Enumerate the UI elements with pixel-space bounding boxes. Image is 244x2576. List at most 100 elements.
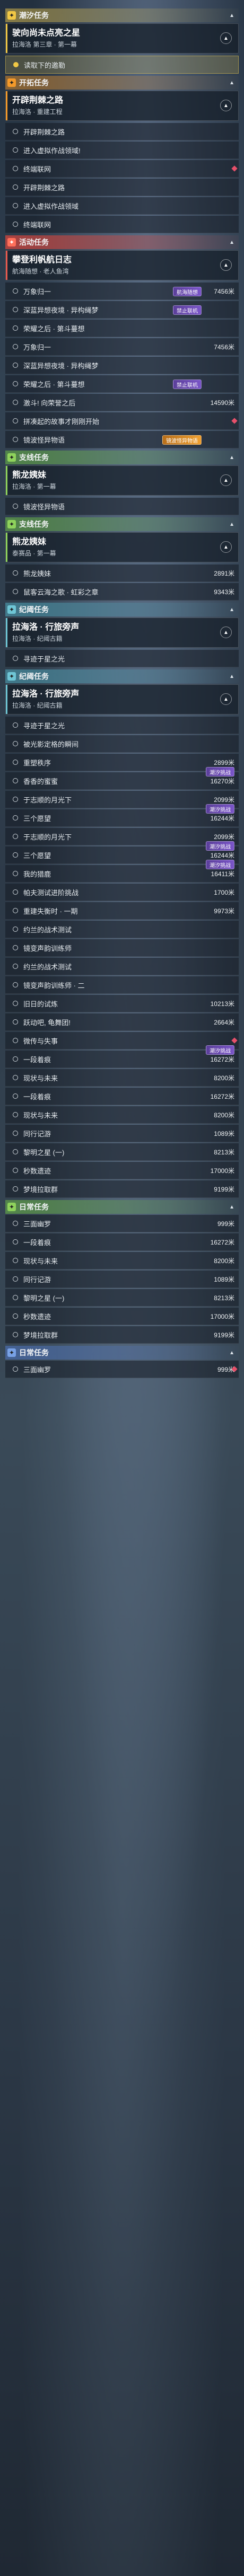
quest-objective[interactable]: 进入虚拟作战领域!: [5, 142, 239, 159]
quest-objective[interactable]: 旧日的试炼 10213米: [5, 995, 239, 1012]
quest-objective[interactable]: 三个愿望 16244米 潮汐挑战: [5, 841, 239, 864]
chevron-up-icon[interactable]: ▲: [220, 627, 232, 638]
collapse-icon[interactable]: ▲: [229, 13, 234, 19]
section-header-daily[interactable]: ✦ 日常任务 ▲: [5, 1346, 239, 1360]
objective-text: 三面幽罗: [23, 1220, 51, 1228]
quest-subtitle: 航海随想 · 老人鱼湾: [12, 268, 69, 275]
objective-dot-icon: [13, 307, 18, 312]
chevron-up-icon[interactable]: ▲: [220, 541, 232, 553]
section-header-legend[interactable]: ✦ 纪阈任务 ▲: [5, 669, 239, 683]
challenge-tag: 潮汐挑战: [206, 860, 234, 869]
quest-objective[interactable]: 一段着痕 16272米: [5, 1233, 239, 1251]
quest-objective[interactable]: 镜波怪异物语 镜波怪异物语: [5, 431, 239, 448]
quest-card[interactable]: 熊龙姨妹 拉海洛 · 第一幕 ▲: [5, 465, 239, 496]
objective-distance: 14590米: [210, 399, 234, 407]
quest-objective[interactable]: 镜波怪异物语: [5, 498, 239, 515]
quest-objective[interactable]: 被光影定格的瞬间: [5, 735, 239, 753]
quest-card[interactable]: 驶向尚未点亮之星 拉海洛 第三章 · 第一幕 ▲: [5, 23, 239, 54]
quest-objective[interactable]: 一段着痕 16272米 潮汐挑战: [5, 1045, 239, 1068]
objective-text: 开辟荆棘之路: [23, 128, 65, 136]
chevron-up-icon[interactable]: ▲: [220, 32, 232, 44]
quest-objective[interactable]: 读取下的邀勒: [5, 56, 239, 74]
quest-objective[interactable]: 跃动吧, 龟舞团! 2664米: [5, 1013, 239, 1031]
quest-objective[interactable]: 黎明之星 (一) 8213米: [5, 1143, 239, 1161]
quest-objective[interactable]: 万象归一 7456米 航海随想: [5, 283, 239, 300]
chevron-up-icon[interactable]: ▲: [220, 259, 232, 271]
quest-objective[interactable]: 黎明之星 (一) 8213米: [5, 1289, 239, 1307]
quest-objective[interactable]: 重塑秩序 2899米: [5, 754, 239, 771]
quest-objective[interactable]: 深蓝异想夜境 · 异构绳梦 禁止联机: [5, 301, 239, 319]
quest-objective[interactable]: 同行记游 1089米: [5, 1125, 239, 1142]
chevron-up-icon[interactable]: ▲: [220, 693, 232, 705]
quest-objective[interactable]: 荣耀之后 · 第斗蔓想 禁止联机: [5, 375, 239, 393]
quest-objective[interactable]: 同行记游 1089米: [5, 1271, 239, 1288]
objective-distance: 16244米: [210, 851, 234, 859]
objective-distance: 2099米: [214, 796, 234, 804]
quest-objective[interactable]: 秒数遗迹 17000米: [5, 1162, 239, 1179]
quest-objective[interactable]: 于志顺的月光下 2099米: [5, 828, 239, 845]
quest-objective[interactable]: 寻迹于星之光: [5, 650, 239, 667]
quest-objective[interactable]: 终端联网: [5, 216, 239, 233]
quest-objective[interactable]: 香香的蜜蜜 16270米 潮汐挑战: [5, 767, 239, 790]
collapse-icon[interactable]: ▲: [229, 1350, 234, 1356]
objective-dot-icon: [13, 418, 18, 424]
quest-objective[interactable]: 重建失衡时 · 一期 9973米: [5, 902, 239, 920]
quest-objective[interactable]: 激斗! 向荣誉之后 14590米: [5, 394, 239, 411]
objective-dot-icon: [13, 62, 19, 67]
quest-objective[interactable]: 万象归一 7456米: [5, 338, 239, 356]
quest-objective[interactable]: 镜变声韵训练师: [5, 939, 239, 957]
section-header-legend[interactable]: ✦ 纪阈任务 ▲: [5, 603, 239, 616]
collapse-icon[interactable]: ▲: [229, 522, 234, 527]
objective-dot-icon: [13, 656, 18, 661]
section-header-side[interactable]: ✦ 支线任务 ▲: [5, 517, 239, 531]
quest-objective[interactable]: 终端联网: [5, 160, 239, 178]
quest-card[interactable]: 攀登利帆航日志 航海随想 · 老人鱼湾 ▲: [5, 250, 239, 280]
collapse-icon[interactable]: ▲: [229, 80, 234, 86]
section-header-side[interactable]: ✦ 日常任务 ▲: [5, 1200, 239, 1214]
chevron-up-icon[interactable]: ▲: [220, 474, 232, 486]
objective-dot-icon: [13, 945, 18, 950]
collapse-icon[interactable]: ▲: [229, 607, 234, 613]
collapse-icon[interactable]: ▲: [229, 455, 234, 461]
quest-objective[interactable]: 现状与未来 8200米: [5, 1252, 239, 1269]
collapse-icon[interactable]: ▲: [229, 240, 234, 245]
quest-objective[interactable]: 秒数遗迹 17000米: [5, 1308, 239, 1325]
quest-objective[interactable]: 寻迹于星之光: [5, 717, 239, 734]
quest-objective[interactable]: 一段着痕 16272米: [5, 1088, 239, 1105]
quest-objective[interactable]: 现状与未来 8200米: [5, 1106, 239, 1124]
quest-card[interactable]: 开辟荆棘之路 拉海洛 · 重建工程 ▲: [5, 91, 239, 121]
quest-objective[interactable]: 现状与未来 8200米: [5, 1069, 239, 1087]
quest-objective[interactable]: 帕夫测试进阶挑战 1700米: [5, 884, 239, 901]
objective-text: 寻迹于星之光: [23, 655, 65, 663]
chevron-up-icon[interactable]: ▲: [220, 100, 232, 111]
quest-objective[interactable]: 三个愿望 16244米 潮汐挑战: [5, 804, 239, 827]
quest-card[interactable]: 拉海洛 · 行旅旁声 拉海洛 · 纪阈古籍 ▲: [5, 617, 239, 648]
quest-objective[interactable]: 熊龙姨妹 2891米: [5, 564, 239, 582]
collapse-icon[interactable]: ▲: [229, 1204, 234, 1210]
quest-objective[interactable]: 梦境拉取群 9199米: [5, 1180, 239, 1198]
quest-objective[interactable]: 梦境拉取群 9199米: [5, 1326, 239, 1344]
quest-objective[interactable]: 拼凑起的故事才刚刚开始: [5, 412, 239, 430]
quest-objective[interactable]: 三面幽罗 999米: [5, 1361, 239, 1378]
section-header-open[interactable]: ✦ 开拓任务 ▲: [5, 76, 239, 90]
quest-card[interactable]: 熊龙姨妹 泰赛品 · 第一幕 ▲: [5, 532, 239, 562]
quest-card[interactable]: 拉海洛 · 行旅旁声 拉海洛 · 纪阈古籍 ▲: [5, 684, 239, 714]
quest-objective[interactable]: 鼠客云海之歌 · 虹彩之章 9343米: [5, 583, 239, 601]
section-header-main[interactable]: ✦ 潮汐任务 ▲: [5, 8, 239, 22]
quest-objective[interactable]: 荣耀之后 · 第斗蔓想: [5, 320, 239, 337]
quest-objective[interactable]: 开辟荆棘之路: [5, 123, 239, 140]
section-header-side[interactable]: ✦ 支线任务 ▲: [5, 451, 239, 464]
quest-objective[interactable]: 进入虚拟作战领域: [5, 197, 239, 215]
quest-objective[interactable]: 镜变声韵训练师 · 二: [5, 976, 239, 994]
objective-distance: 8213米: [214, 1294, 234, 1302]
section-header-act[interactable]: ✦ 活动任务 ▲: [5, 235, 239, 249]
quest-objective[interactable]: 深蓝异想夜境 · 异构绳梦: [5, 357, 239, 374]
quest-objective[interactable]: 于志顺的月光下 2099米: [5, 791, 239, 808]
quest-objective[interactable]: 约兰的战术测试: [5, 921, 239, 938]
quest-objective[interactable]: 我的猎鹿 16411米 潮汐挑战: [5, 860, 239, 883]
quest-objective[interactable]: 微传与失事: [5, 1032, 239, 1049]
quest-objective[interactable]: 开辟荆棘之路: [5, 179, 239, 196]
collapse-icon[interactable]: ▲: [229, 674, 234, 680]
quest-objective[interactable]: 三面幽罗 999米: [5, 1215, 239, 1232]
quest-objective[interactable]: 约兰的战术测试: [5, 958, 239, 975]
